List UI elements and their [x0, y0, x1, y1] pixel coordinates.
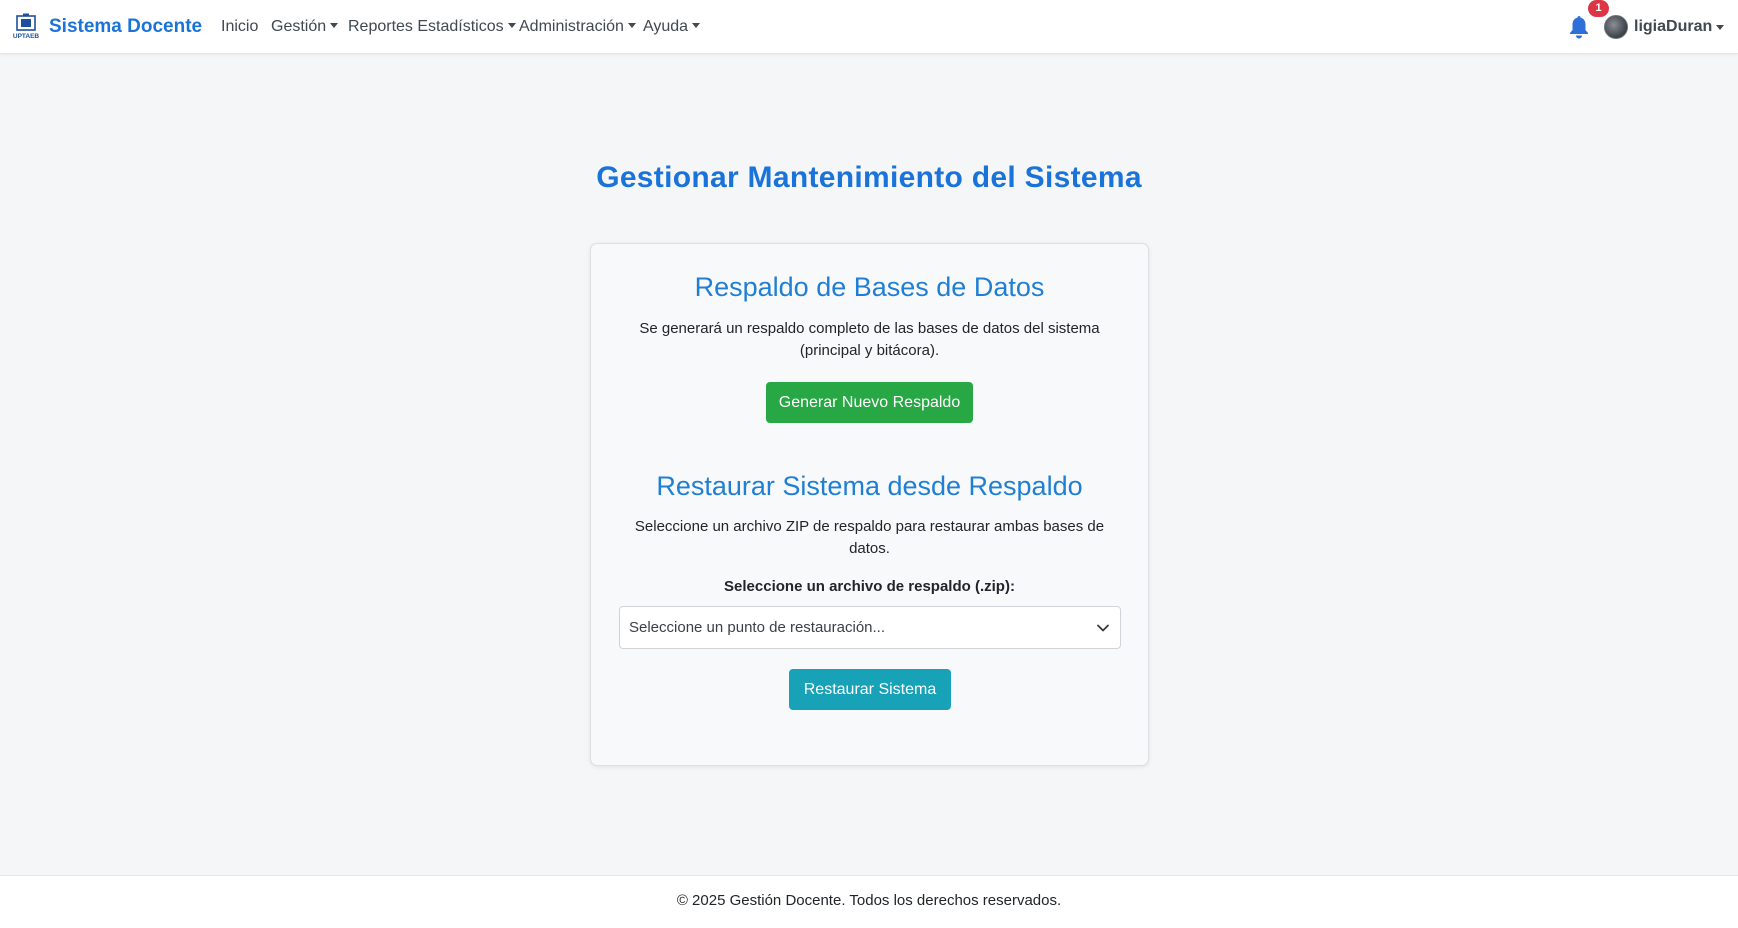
brand-logo-text: UPTAEB — [13, 33, 40, 40]
restore-section-title: Restaurar Sistema desde Respaldo — [656, 471, 1083, 501]
avatar — [1604, 15, 1628, 39]
caret-down-icon — [627, 23, 636, 28]
chevron-down-icon — [1097, 624, 1109, 632]
caret-down-icon — [692, 23, 701, 28]
uptaeb-logo: UPTAEB — [13, 13, 40, 40]
nav-item-ayuda[interactable]: Ayuda — [643, 17, 701, 37]
nav-item-label: Reportes Estadísticos — [348, 18, 504, 35]
user-name: ligiaDuran — [1634, 18, 1713, 35]
brand-name: Sistema Docente — [49, 16, 203, 37]
restore-point-select[interactable]: Seleccione un punto de restauración... — [619, 606, 1121, 649]
footer: © 2025 Gestión Docente. Todos los derech… — [0, 875, 1738, 928]
bell-icon[interactable] — [1568, 15, 1590, 39]
backup-description: Se generará un respaldo completo de las … — [639, 320, 1100, 359]
restore-description: Seleccione un archivo ZIP de respaldo pa… — [634, 518, 1105, 557]
restore-system-button[interactable]: Restaurar Sistema — [789, 669, 951, 710]
generate-backup-button[interactable]: Generar Nuevo Respaldo — [766, 382, 973, 423]
backup-section-title: Respaldo de Bases de Datos — [694, 272, 1045, 302]
top-navbar: UPTAEB Sistema Docente Inicio Gestión Re… — [0, 0, 1738, 54]
nav-item-administracion[interactable]: Administración — [519, 17, 636, 37]
caret-down-icon — [507, 23, 516, 28]
brand-link[interactable]: UPTAEB Sistema Docente — [12, 13, 202, 41]
select-value: Seleccione un punto de restauración... — [629, 619, 886, 636]
page-title: Gestionar Mantenimiento del Sistema — [596, 161, 1142, 194]
nav-item-gestion[interactable]: Gestión — [271, 17, 339, 37]
backup-file-label: Seleccione un archivo de respaldo (.zip)… — [724, 578, 1015, 595]
nav-item-inicio[interactable]: Inicio — [221, 17, 258, 37]
nav-item-label: Ayuda — [643, 18, 689, 35]
user-menu[interactable]: ligiaDuran — [1604, 14, 1725, 40]
footer-copyright: © 2025 Gestión Docente. Todos los derech… — [676, 892, 1062, 909]
nav-item-label: Inicio — [221, 18, 259, 35]
caret-down-icon — [330, 23, 339, 28]
maintenance-card: Respaldo de Bases de Datos Se generará u… — [590, 243, 1149, 766]
nav-item-label: Administración — [519, 18, 624, 35]
caret-down-icon — [1716, 24, 1725, 30]
nav-item-label: Gestión — [271, 18, 327, 35]
nav-item-reportes[interactable]: Reportes Estadísticos — [348, 17, 516, 37]
